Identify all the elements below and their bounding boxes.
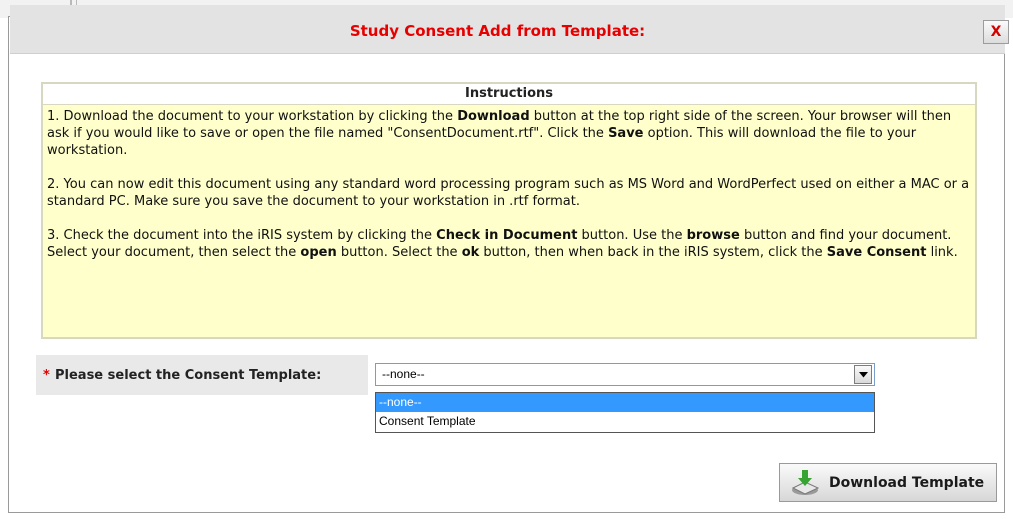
- instructions-panel: Instructions 1. Download the document to…: [41, 82, 977, 339]
- download-icon: [791, 470, 820, 495]
- instruction-step-3: 3. Check the document into the iRIS syst…: [47, 227, 971, 261]
- dialog-title: Study Consent Add from Template:: [349, 22, 646, 40]
- instruction-text-run: button. Select the: [336, 245, 462, 260]
- close-button[interactable]: X: [983, 20, 1009, 44]
- required-marker: *: [43, 368, 50, 383]
- dropdown-arrow-button[interactable]: [854, 365, 872, 384]
- instruction-text-run: 2. You can now edit this document using …: [47, 177, 970, 209]
- instruction-text-run: browse: [686, 228, 740, 243]
- template-select-label: Please select the Consent Template:: [55, 368, 322, 383]
- instruction-text-run: Check in Document: [436, 228, 578, 243]
- background-page-edge: [1004, 90, 1013, 170]
- instruction-text-run: button, then when back in the iRIS syste…: [479, 245, 827, 260]
- instruction-text-run: Download: [457, 109, 530, 124]
- instructions-body: 1. Download the document to your worksta…: [43, 105, 975, 261]
- dialog-titlebar: Study Consent Add from Template: X: [10, 5, 1009, 54]
- template-option[interactable]: --none--: [376, 393, 874, 412]
- template-select-label-cell: * Please select the Consent Template:: [36, 355, 368, 395]
- instruction-text-run: Save Consent: [826, 245, 927, 260]
- download-button-label: Download Template: [829, 475, 985, 491]
- consent-template-select[interactable]: --none--: [375, 363, 875, 386]
- instruction-text-run: link.: [926, 245, 958, 260]
- instruction-text-run: 1. Download the document to your worksta…: [47, 109, 458, 124]
- instruction-text-run: open: [300, 245, 337, 260]
- download-template-button[interactable]: Download Template: [779, 463, 997, 502]
- template-option[interactable]: Consent Template: [376, 412, 874, 431]
- instructions-header: Instructions: [43, 84, 975, 105]
- chevron-down-icon: [859, 372, 868, 378]
- select-current-value: --none--: [382, 367, 425, 381]
- instruction-step-1: 1. Download the document to your worksta…: [47, 108, 971, 159]
- instruction-text-run: ok: [461, 245, 480, 260]
- instruction-text-run: 3. Check the document into the iRIS syst…: [47, 228, 437, 243]
- instruction-text-run: button. Use the: [577, 228, 687, 243]
- instruction-text-run: Save: [608, 126, 644, 141]
- instruction-step-2: 2. You can now edit this document using …: [47, 176, 971, 210]
- template-options-list: --none-- Consent Template: [375, 392, 875, 433]
